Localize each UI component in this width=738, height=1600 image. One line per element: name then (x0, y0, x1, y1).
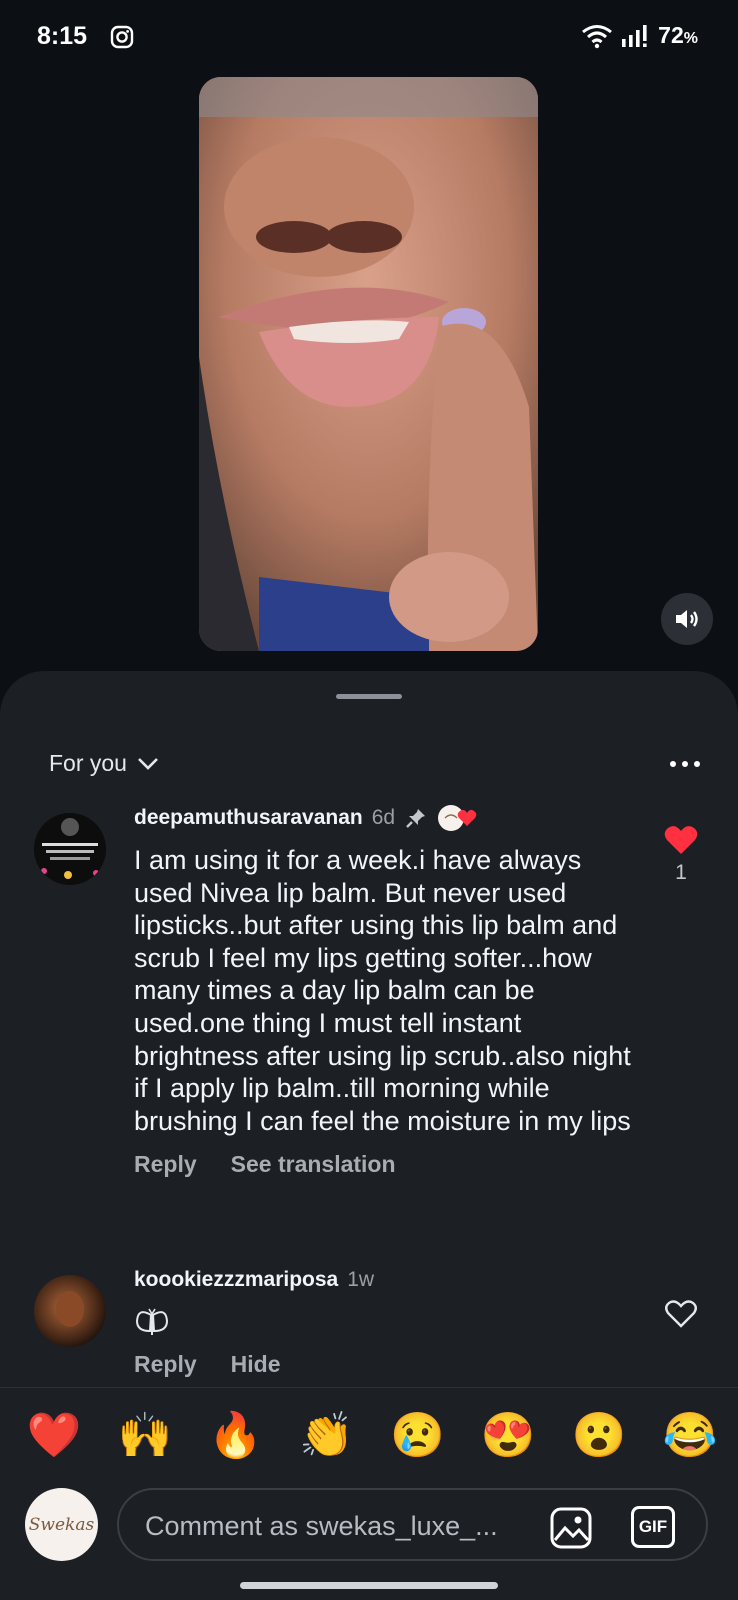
butterfly-emoji-icon (135, 1308, 169, 1335)
comment-content (134, 1305, 634, 1341)
comment-composer: GIF (117, 1488, 708, 1561)
wifi-icon (582, 24, 613, 48)
avatar-image (34, 813, 106, 885)
hide-button[interactable]: Hide (231, 1351, 281, 1378)
comment-header: koookiezzzmariposa 1w (134, 1265, 634, 1295)
reply-button[interactable]: Reply (134, 1351, 197, 1378)
comment-username[interactable]: koookiezzzmariposa (134, 1268, 338, 1292)
avatar[interactable] (34, 813, 106, 885)
like-button[interactable] (664, 1299, 698, 1329)
more-options-button[interactable] (670, 761, 700, 767)
sort-dropdown[interactable]: For you (49, 750, 159, 777)
battery-level: 72% (658, 22, 698, 48)
avatar-logo-text: Swekas (28, 1514, 95, 1535)
divider (0, 1387, 738, 1388)
emoji-fire-button[interactable]: 🔥 (206, 1406, 266, 1466)
avatar[interactable] (34, 1275, 106, 1347)
comment-actions: Reply See translation (134, 1151, 634, 1178)
emoji-raising-hands-button[interactable]: 🙌 (115, 1406, 175, 1466)
status-bar: 8:15 72% (0, 0, 738, 76)
avatar-image (34, 1275, 106, 1347)
emoji-clap-button[interactable]: 👏 (297, 1406, 357, 1466)
comment-username[interactable]: deepamuthusaravanan (134, 806, 363, 830)
volume-button[interactable] (661, 593, 713, 645)
gif-button[interactable]: GIF (631, 1506, 675, 1548)
reply-button[interactable]: Reply (134, 1151, 197, 1178)
status-time: 8:15 (37, 22, 88, 50)
status-indicators: 72% (580, 22, 698, 49)
see-translation-button[interactable]: See translation (231, 1151, 396, 1178)
drag-handle[interactable] (336, 694, 402, 699)
heart-icon (457, 809, 477, 826)
comment-body: koookiezzzmariposa 1w Reply Hide (134, 1265, 634, 1378)
comment-body: deepamuthusaravanan 6d I am using it for… (134, 803, 634, 1178)
reel-video[interactable] (199, 77, 538, 651)
comment-input[interactable] (145, 1508, 525, 1544)
emoji-heart-button[interactable]: ❤️ (24, 1406, 84, 1466)
like-button[interactable]: 1 (664, 825, 698, 885)
gif-label: GIF (638, 1517, 668, 1536)
creator-liked-badge (437, 803, 477, 833)
emoji-reaction-bar: ❤️ 🙌 🔥 👏 😢 😍 😮 😂 (24, 1406, 720, 1466)
current-user-avatar[interactable]: Swekas (25, 1488, 98, 1561)
home-indicator[interactable] (240, 1582, 498, 1589)
emoji-crying-button[interactable]: 😢 (387, 1406, 447, 1466)
emoji-heart-eyes-button[interactable]: 😍 (478, 1406, 538, 1466)
comment-time: 1w (347, 1268, 375, 1291)
comment-text: I am using it for a week.i have always u… (134, 845, 631, 1136)
sort-label: For you (49, 750, 127, 776)
more-dot (670, 761, 676, 767)
pin-icon (406, 809, 426, 828)
like-count: 1 (675, 861, 687, 884)
image-icon[interactable] (549, 1506, 593, 1550)
comment-actions: Reply Hide (134, 1351, 634, 1378)
signal-icon (622, 24, 647, 47)
emoji-surprised-button[interactable]: 😮 (569, 1406, 629, 1466)
comment-header: deepamuthusaravanan 6d (134, 803, 634, 833)
comment-time: 6d (371, 806, 396, 829)
speaker-icon (676, 610, 698, 628)
chevron-down-icon (138, 757, 158, 770)
heart-filled-icon (664, 826, 698, 854)
emoji-laughing-button[interactable]: 😂 (660, 1406, 720, 1466)
more-dot (694, 761, 700, 767)
heart-outline-icon (665, 1300, 697, 1328)
instagram-icon (110, 25, 134, 49)
more-dot (682, 761, 688, 767)
video-frame (199, 77, 538, 651)
